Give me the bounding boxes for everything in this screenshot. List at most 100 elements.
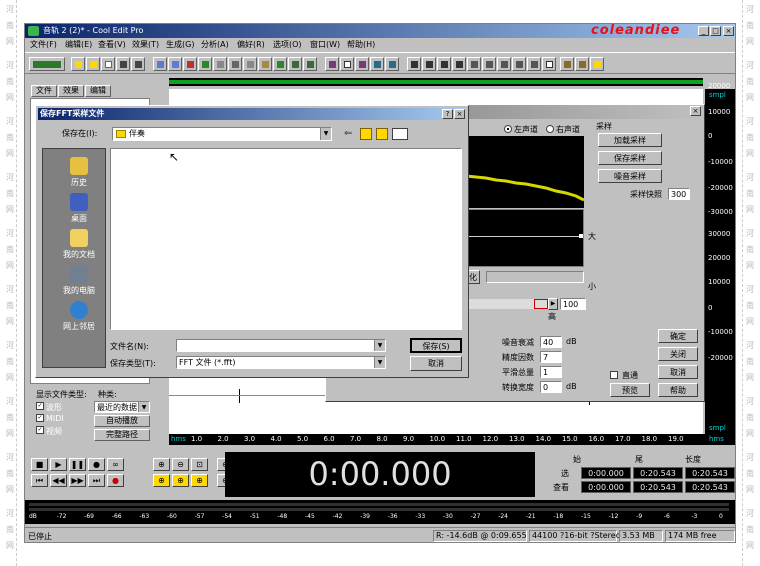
menu-effects[interactable]: 效果(T) xyxy=(132,39,159,50)
param-attenuation[interactable]: 40 xyxy=(540,336,562,348)
menu-help[interactable]: 帮助(H) xyxy=(347,39,375,50)
cancel-noise-button[interactable]: 取消 xyxy=(658,365,698,379)
menu-window[interactable]: 窗口(W) xyxy=(310,39,340,50)
right-channel-radio[interactable] xyxy=(546,125,554,133)
save-all-icon[interactable] xyxy=(131,57,145,71)
place-computer[interactable]: 我的电脑 xyxy=(49,265,109,296)
new-folder-icon[interactable] xyxy=(376,128,388,140)
param-precision[interactable]: 7 xyxy=(540,351,562,363)
new-file-icon[interactable] xyxy=(71,57,85,71)
close-dialog-button[interactable]: 关闭 xyxy=(658,347,698,361)
place-documents[interactable]: 我的文档 xyxy=(49,229,109,260)
go-start-icon[interactable]: ⏮ xyxy=(31,474,48,487)
envelope-icon[interactable] xyxy=(325,57,339,71)
silence-icon[interactable] xyxy=(303,57,317,71)
zoom-in-icon[interactable]: ⊕ xyxy=(153,458,170,471)
tab-effects[interactable]: 效果 xyxy=(58,85,84,97)
zoom-right-icon[interactable]: ⊕ xyxy=(172,474,189,487)
hardware-icon[interactable] xyxy=(575,57,589,71)
overview-bar[interactable] xyxy=(169,78,703,86)
menu-analyze[interactable]: 分析(A) xyxy=(201,39,229,50)
selection-end[interactable]: 0:20.543 xyxy=(633,467,683,479)
open-file-icon[interactable] xyxy=(86,57,100,71)
menu-view[interactable]: 查看(V) xyxy=(98,39,126,50)
tab-edit[interactable]: 编辑 xyxy=(85,85,111,97)
copy-new-icon[interactable] xyxy=(213,57,227,71)
noise-dialog-close-button[interactable]: × xyxy=(690,106,701,116)
filename-input[interactable]: ▼ xyxy=(176,339,386,352)
playlist-icon[interactable] xyxy=(527,57,541,71)
bypass-checkbox[interactable] xyxy=(610,371,618,379)
play-icon[interactable]: ▶ xyxy=(50,458,67,471)
redo-icon[interactable] xyxy=(168,57,182,71)
reduction-handle[interactable] xyxy=(579,234,583,238)
view-begin[interactable]: 0:00.000 xyxy=(581,481,631,493)
fade-icon[interactable] xyxy=(340,57,354,71)
slider-track[interactable] xyxy=(466,299,556,309)
sort-select[interactable]: 最近的数据 ▼ xyxy=(94,401,150,413)
menu-edit[interactable]: 编辑(E) xyxy=(65,39,92,50)
slider-value-field[interactable]: 100 xyxy=(560,298,586,310)
help-icon[interactable] xyxy=(590,57,604,71)
back-icon[interactable]: ⇐ xyxy=(344,128,356,140)
selection-length[interactable]: 0:20.543 xyxy=(685,467,735,479)
save-button[interactable]: 保存(S) xyxy=(410,338,462,353)
menu-options[interactable]: 选项(O) xyxy=(273,39,302,50)
save-sample-button[interactable]: 保存采样 xyxy=(598,151,662,165)
ok-button[interactable]: 确定 xyxy=(658,329,698,343)
save-dialog-help-button[interactable]: ? xyxy=(442,109,453,119)
zoom-left-icon[interactable]: ⊕ xyxy=(153,474,170,487)
view-length[interactable]: 0:20.543 xyxy=(685,481,735,493)
tab-files[interactable]: 文件 xyxy=(31,85,57,97)
stop-icon[interactable]: ■ xyxy=(31,458,48,471)
help-button[interactable]: 帮助 xyxy=(658,383,698,397)
view-menu-icon[interactable] xyxy=(392,128,408,140)
fast-forward-icon[interactable]: ▶▶ xyxy=(69,474,86,487)
menu-file[interactable]: 文件(F) xyxy=(30,39,57,50)
left-channel-radio[interactable] xyxy=(504,125,512,133)
markers-icon[interactable] xyxy=(467,57,481,71)
waveform-view-icon[interactable] xyxy=(407,57,421,71)
load-sample-button[interactable]: 加载采样 xyxy=(598,133,662,147)
place-network[interactable]: 网上邻居 xyxy=(49,301,109,332)
loop-icon[interactable]: ∞ xyxy=(107,458,124,471)
minimize-button[interactable]: _ xyxy=(698,26,709,36)
param-transition[interactable]: 0 xyxy=(540,381,562,393)
preview-button[interactable]: 预览 xyxy=(610,383,650,397)
type-video-checkbox[interactable]: ✓ xyxy=(36,426,44,434)
place-desktop[interactable]: 桌面 xyxy=(49,193,109,224)
mix-paste-icon[interactable] xyxy=(273,57,287,71)
snapshot-field[interactable]: 300 xyxy=(668,188,690,200)
info-icon[interactable] xyxy=(542,57,556,71)
reduction-graph[interactable] xyxy=(466,209,584,267)
filetype-select[interactable]: FFT 文件 (*.fft) ▼ xyxy=(176,356,386,369)
rewind-icon[interactable]: ◀◀ xyxy=(50,474,67,487)
menu-preferences[interactable]: 偏好(R) xyxy=(237,39,265,50)
autoplay-button[interactable]: 自动播放 xyxy=(94,415,150,427)
settings-icon[interactable] xyxy=(560,57,574,71)
copy-icon[interactable] xyxy=(243,57,257,71)
menu-generate[interactable]: 生成(G) xyxy=(166,39,194,50)
pause-icon[interactable]: ❚❚ xyxy=(69,458,86,471)
grid-icon[interactable] xyxy=(497,57,511,71)
type-midi-checkbox[interactable]: ✓ xyxy=(36,414,44,422)
full-path-button[interactable]: 完整路径 xyxy=(94,429,150,441)
zoom-selection-icon[interactable]: ⊕ xyxy=(191,474,208,487)
spectral-view-icon[interactable] xyxy=(422,57,436,71)
maximize-button[interactable]: □ xyxy=(710,26,721,36)
cancel-button[interactable]: 取消 xyxy=(410,356,462,371)
stretch-icon[interactable] xyxy=(385,57,399,71)
paste-icon[interactable] xyxy=(258,57,272,71)
type-wave-checkbox[interactable]: ✓ xyxy=(36,402,44,410)
trim-icon[interactable] xyxy=(288,57,302,71)
place-history[interactable]: 历史 xyxy=(49,157,109,188)
zoom-out-icon[interactable]: ⊖ xyxy=(172,458,189,471)
zoom-full-icon[interactable]: ⊡ xyxy=(191,458,208,471)
save-in-select[interactable]: 伴奏 ▼ xyxy=(112,127,332,141)
record-icon[interactable]: ● xyxy=(107,474,124,487)
play-to-end-icon[interactable]: ● xyxy=(88,458,105,471)
zoom-view-icon[interactable] xyxy=(452,57,466,71)
amplify-icon[interactable] xyxy=(355,57,369,71)
close-file-icon[interactable] xyxy=(101,57,115,71)
file-browser-list[interactable]: ↖ xyxy=(110,148,462,330)
